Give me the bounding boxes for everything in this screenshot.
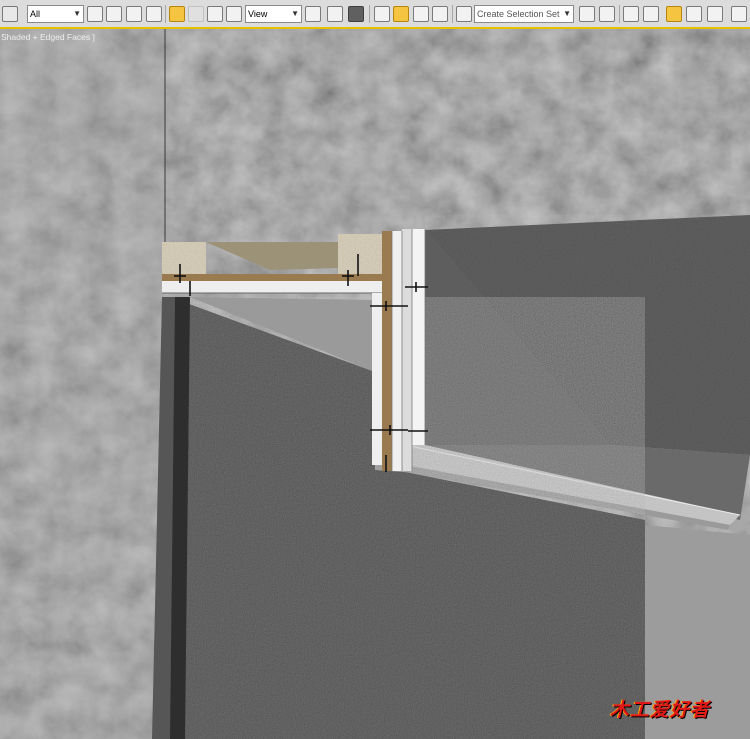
toolbar-separator [165,5,166,23]
align-icon[interactable] [599,6,615,22]
plywood-strip [162,274,390,281]
reference-coord-value: View [248,9,268,19]
select-and-scale-icon[interactable] [207,6,223,22]
selection-filter-dropdown[interactable]: All ▼ [27,5,84,23]
schematic-view-icon[interactable] [686,6,702,22]
gypsum-board-top [162,281,390,293]
toolbar-separator [369,5,370,23]
main-toolbar: All ▼ View ▼ Create Selection Set ▼ [0,0,750,29]
use-pivot-center-icon[interactable] [226,6,242,22]
named-selection-dropdown[interactable]: Create Selection Set ▼ [474,5,574,23]
watermark-logo: 木工爱好者 [610,700,711,721]
select-and-rotate-icon[interactable] [188,6,204,22]
gypsum-board-vertical [372,293,382,465]
graphite-ribbon-icon[interactable] [643,6,659,22]
reference-coord-dropdown[interactable]: View ▼ [245,5,302,23]
select-and-move-icon[interactable] [169,6,185,22]
viewport-scene [0,29,750,739]
perspective-viewport[interactable]: Shaded + Edged Faces ] [0,29,750,739]
mirror-icon[interactable] [579,6,595,22]
render-setup-icon[interactable] [731,6,747,22]
select-and-manipulate-icon[interactable] [327,6,343,22]
chevron-down-icon: ▼ [291,9,299,18]
keyboard-shortcut-icon[interactable] [348,6,364,22]
toolbar-separator [619,5,620,23]
window-crossing-icon[interactable] [146,6,162,22]
angle-snap-icon[interactable] [393,6,409,22]
select-object-icon[interactable] [87,6,103,22]
curve-editor-icon[interactable] [666,6,682,22]
spinner-snap-icon[interactable] [432,6,448,22]
viewport-shading-label[interactable]: Shaded + Edged Faces ] [1,32,95,42]
rectangular-region-icon[interactable] [126,6,142,22]
material-editor-icon[interactable] [707,6,723,22]
select-by-name-icon[interactable] [106,6,122,22]
percent-snap-icon[interactable] [413,6,429,22]
chevron-down-icon: ▼ [563,9,571,18]
chevron-down-icon: ▼ [73,9,81,18]
edit-named-selection-icon[interactable] [456,6,472,22]
toolbar-separator [452,5,453,23]
layer-manager-icon[interactable] [623,6,639,22]
snaps-toggle-icon[interactable] [374,6,390,22]
selection-filter-value: All [30,9,41,19]
toolbar-grip-icon [2,6,18,22]
named-selection-placeholder: Create Selection Set [477,9,560,19]
use-pivot-point-icon[interactable] [305,6,321,22]
